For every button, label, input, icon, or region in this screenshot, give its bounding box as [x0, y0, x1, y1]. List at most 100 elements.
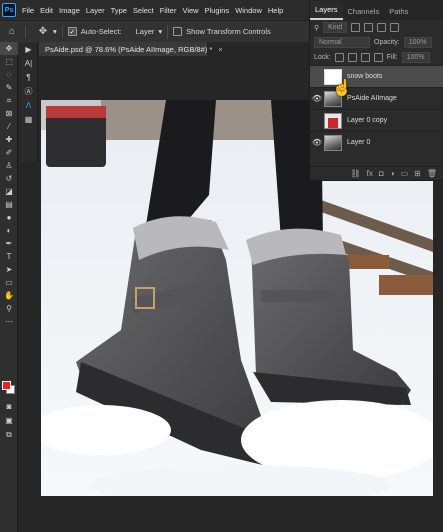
glyphs-panel-icon[interactable]: Ⓐ [19, 84, 38, 98]
eraser-tool-icon[interactable]: ◪ [0, 185, 18, 198]
document-tab[interactable]: PsAide.psd @ 78.6% (PsAide AIImage, RGB/… [39, 42, 223, 56]
crop-tool-icon[interactable]: ⌗ [0, 94, 18, 107]
options-bar: ⌂ ✥ ▾ ✓ Auto-Select: Layer ▾ Show Transf… [0, 20, 310, 42]
menu-edit[interactable]: Edit [37, 6, 56, 15]
lock-label: Lock: [314, 54, 331, 61]
shape-filter-icon[interactable] [390, 23, 400, 32]
fill-input[interactable]: 100% [401, 52, 430, 63]
lock-transparency-icon[interactable] [334, 53, 344, 62]
quick-mask-icon[interactable]: ◙ [0, 400, 18, 413]
lasso-tool-icon[interactable]: ◌ [0, 68, 18, 81]
divider [61, 24, 63, 39]
eyedropper-tool-icon[interactable]: ⁄ [0, 120, 18, 133]
pixel-filter-icon[interactable] [351, 23, 361, 32]
history-brush-tool-icon[interactable]: ↺ [0, 172, 18, 185]
menu-help[interactable]: Help [265, 6, 286, 15]
menu-plugins[interactable]: Plugins [202, 6, 233, 15]
blur-tool-icon[interactable]: ● [0, 211, 18, 224]
eye-icon[interactable]: 👁 [310, 138, 324, 147]
gradient-tool-icon[interactable]: ▤ [0, 198, 18, 211]
zoom-tool-icon[interactable]: ⚲ [0, 302, 18, 315]
menu-window[interactable]: Window [232, 6, 265, 15]
fx-icon[interactable]: fx [367, 169, 373, 178]
hand-tool-icon[interactable]: ✋ [0, 289, 18, 302]
home-icon[interactable]: ⌂ [4, 24, 20, 40]
tab-layers[interactable]: Layers [310, 1, 343, 20]
quick-select-tool-icon[interactable]: ✎ [0, 81, 18, 94]
divider [25, 24, 26, 39]
layer-name: PsAide AIImage [347, 95, 397, 102]
filter-kind-dropdown[interactable]: Kind [323, 22, 348, 33]
layer-name: snow boots [347, 73, 383, 80]
lock-all-icon[interactable] [373, 53, 383, 62]
ai-plugin-icon[interactable]: Λ [19, 98, 38, 112]
stamp-tool-icon[interactable]: ♙ [0, 159, 18, 172]
pen-tool-icon[interactable]: ✒ [0, 237, 18, 250]
layers-panel: Layers Channels Paths ⚲ Kind Normal Opac… [309, 0, 443, 181]
close-icon[interactable]: × [218, 45, 222, 54]
new-group-icon[interactable]: ▭ [401, 169, 409, 178]
opacity-input[interactable]: 100% [403, 37, 432, 48]
lock-fill-row: Lock: Fill: 100% [310, 50, 443, 65]
brush-tool-icon[interactable]: ✐ [0, 146, 18, 159]
chevron-down-icon[interactable]: ▾ [158, 27, 162, 36]
play-icon[interactable]: ▶ [19, 42, 38, 56]
type-tool-icon[interactable]: T [0, 250, 18, 263]
dropdown-caret-icon[interactable]: ▾ [53, 27, 57, 36]
menu-type[interactable]: Type [108, 6, 130, 15]
new-layer-icon[interactable]: ⊞ [414, 169, 421, 178]
lock-position-icon[interactable] [360, 53, 370, 62]
adjustment-layer-icon[interactable]: ◑ [390, 169, 395, 178]
layer-row-layer-0[interactable]: 👁 Layer 0 [310, 131, 443, 153]
fill-label: Fill: [386, 54, 398, 61]
layer-filter-row: ⚲ Kind [310, 20, 443, 35]
menu-layer[interactable]: Layer [83, 6, 108, 15]
healing-brush-tool-icon[interactable]: ✚ [0, 133, 18, 146]
menu-filter[interactable]: Filter [157, 6, 180, 15]
menu-view[interactable]: View [179, 6, 201, 15]
path-select-tool-icon[interactable]: ➤ [0, 263, 18, 276]
opacity-label: Opacity: [374, 39, 400, 46]
menu-select[interactable]: Select [130, 6, 157, 15]
layer-thumbnail [324, 134, 342, 151]
auto-select-target-dropdown[interactable]: Layer [132, 25, 159, 38]
foreground-color-swatch[interactable] [2, 381, 11, 390]
move-tool-icon[interactable]: ✥ [0, 42, 18, 55]
show-transform-label: Show Transform Controls [186, 27, 271, 36]
properties-panel-icon[interactable]: ▦ [19, 112, 38, 126]
character-panel-icon[interactable]: A| [19, 56, 38, 70]
trash-icon[interactable]: 🗑 [427, 169, 437, 178]
menu-image[interactable]: Image [56, 6, 83, 15]
layer-name: Layer 0 copy [347, 117, 388, 124]
type-filter-icon[interactable] [377, 23, 387, 32]
menu-file[interactable]: File [19, 6, 37, 15]
layer-row-psaide-aiimage[interactable]: 👁 PsAide AIImage [310, 87, 443, 109]
frame-tool-icon[interactable]: ⊠ [0, 107, 18, 120]
lock-image-icon[interactable] [347, 53, 357, 62]
layer-row-snow-boots[interactable]: snow boots [310, 65, 443, 87]
link-layers-icon[interactable]: ⛓ [351, 169, 361, 178]
tools-panel: ✥ ⬚ ◌ ✎ ⌗ ⊠ ⁄ ✚ ✐ ♙ ↺ ◪ ▤ ● ◐ ✒ T ➤ ▭ ✋ … [0, 42, 18, 532]
blend-mode-dropdown[interactable]: Normal [314, 37, 370, 48]
tab-channels[interactable]: Channels [343, 3, 385, 20]
marquee-tool-icon[interactable]: ⬚ [0, 55, 18, 68]
tab-paths[interactable]: Paths [384, 3, 413, 20]
auto-select-checkbox[interactable]: ✓ [67, 27, 77, 36]
shape-tool-icon[interactable]: ▭ [0, 276, 18, 289]
search-icon: ⚲ [314, 24, 320, 32]
collapsed-panels-strip: ▶ A| ¶ Ⓐ Λ ▦ [19, 42, 38, 162]
show-transform-checkbox[interactable] [173, 27, 183, 36]
layer-row-layer-0-copy[interactable]: Layer 0 copy [310, 109, 443, 131]
photoshop-logo: Ps [2, 3, 16, 17]
layers-panel-footer: ⛓ fx ◘ ◑ ▭ ⊞ 🗑 [310, 166, 443, 180]
eye-icon[interactable]: 👁 [310, 94, 324, 103]
move-tool-icon[interactable]: ✥ [35, 24, 51, 40]
auto-select-label: Auto-Select: [80, 27, 122, 36]
more-tools-icon[interactable]: ⋯ [0, 315, 18, 328]
screen-mode-icon[interactable]: ▣ [0, 414, 18, 427]
adjustment-filter-icon[interactable] [364, 23, 374, 32]
dodge-tool-icon[interactable]: ◐ [0, 224, 18, 237]
paragraph-panel-icon[interactable]: ¶ [19, 70, 38, 84]
add-mask-icon[interactable]: ◘ [379, 169, 384, 178]
artboard-icon[interactable]: ⧉ [0, 428, 18, 441]
